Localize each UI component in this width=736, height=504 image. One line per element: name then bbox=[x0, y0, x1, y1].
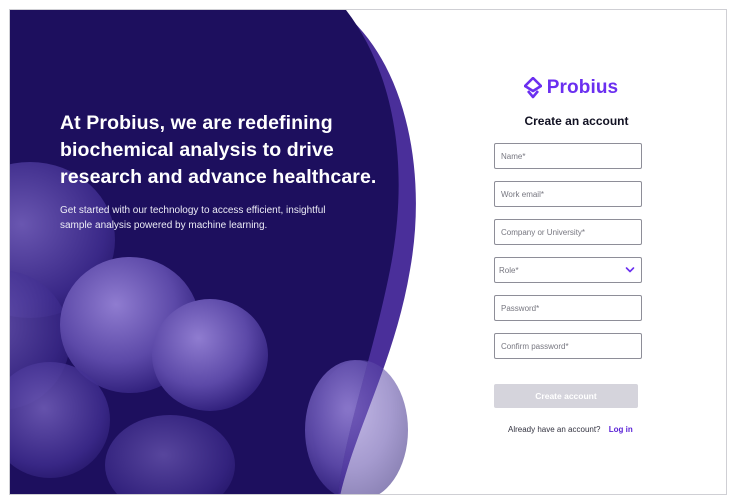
email-input[interactable] bbox=[495, 182, 641, 206]
create-account-button[interactable]: Create account bbox=[494, 384, 638, 408]
login-link[interactable]: Log in bbox=[609, 425, 633, 434]
hero-subtitle: Get started with our technology to acces… bbox=[60, 205, 326, 231]
hero-title: At Probius, we are redefining biochemica… bbox=[60, 112, 377, 188]
company-input[interactable] bbox=[495, 220, 641, 244]
name-input[interactable] bbox=[495, 144, 641, 168]
login-row: Already have an account? Log in bbox=[508, 425, 648, 434]
role-select-label: Role* bbox=[499, 266, 519, 275]
confirm-password-input[interactable] bbox=[495, 334, 641, 358]
password-field[interactable] bbox=[494, 295, 642, 321]
brand-logo[interactable]: Probius bbox=[494, 76, 648, 100]
signup-form: Probius Create an account Role* Create a… bbox=[490, 76, 648, 434]
password-input[interactable] bbox=[495, 296, 641, 320]
name-field[interactable] bbox=[494, 143, 642, 169]
company-field[interactable] bbox=[494, 219, 642, 245]
role-select[interactable]: Role* bbox=[494, 257, 642, 283]
email-field[interactable] bbox=[494, 181, 642, 207]
chevron-down-icon bbox=[625, 267, 635, 273]
hero-text: At Probius, we are redefining biochemica… bbox=[60, 110, 380, 233]
brand-name: Probius bbox=[546, 77, 619, 98]
probius-logo-icon bbox=[523, 77, 542, 99]
login-prompt: Already have an account? bbox=[508, 425, 601, 434]
form-title: Create an account bbox=[524, 114, 629, 128]
confirm-password-field[interactable] bbox=[494, 333, 642, 359]
signup-page: At Probius, we are redefining biochemica… bbox=[9, 9, 727, 495]
